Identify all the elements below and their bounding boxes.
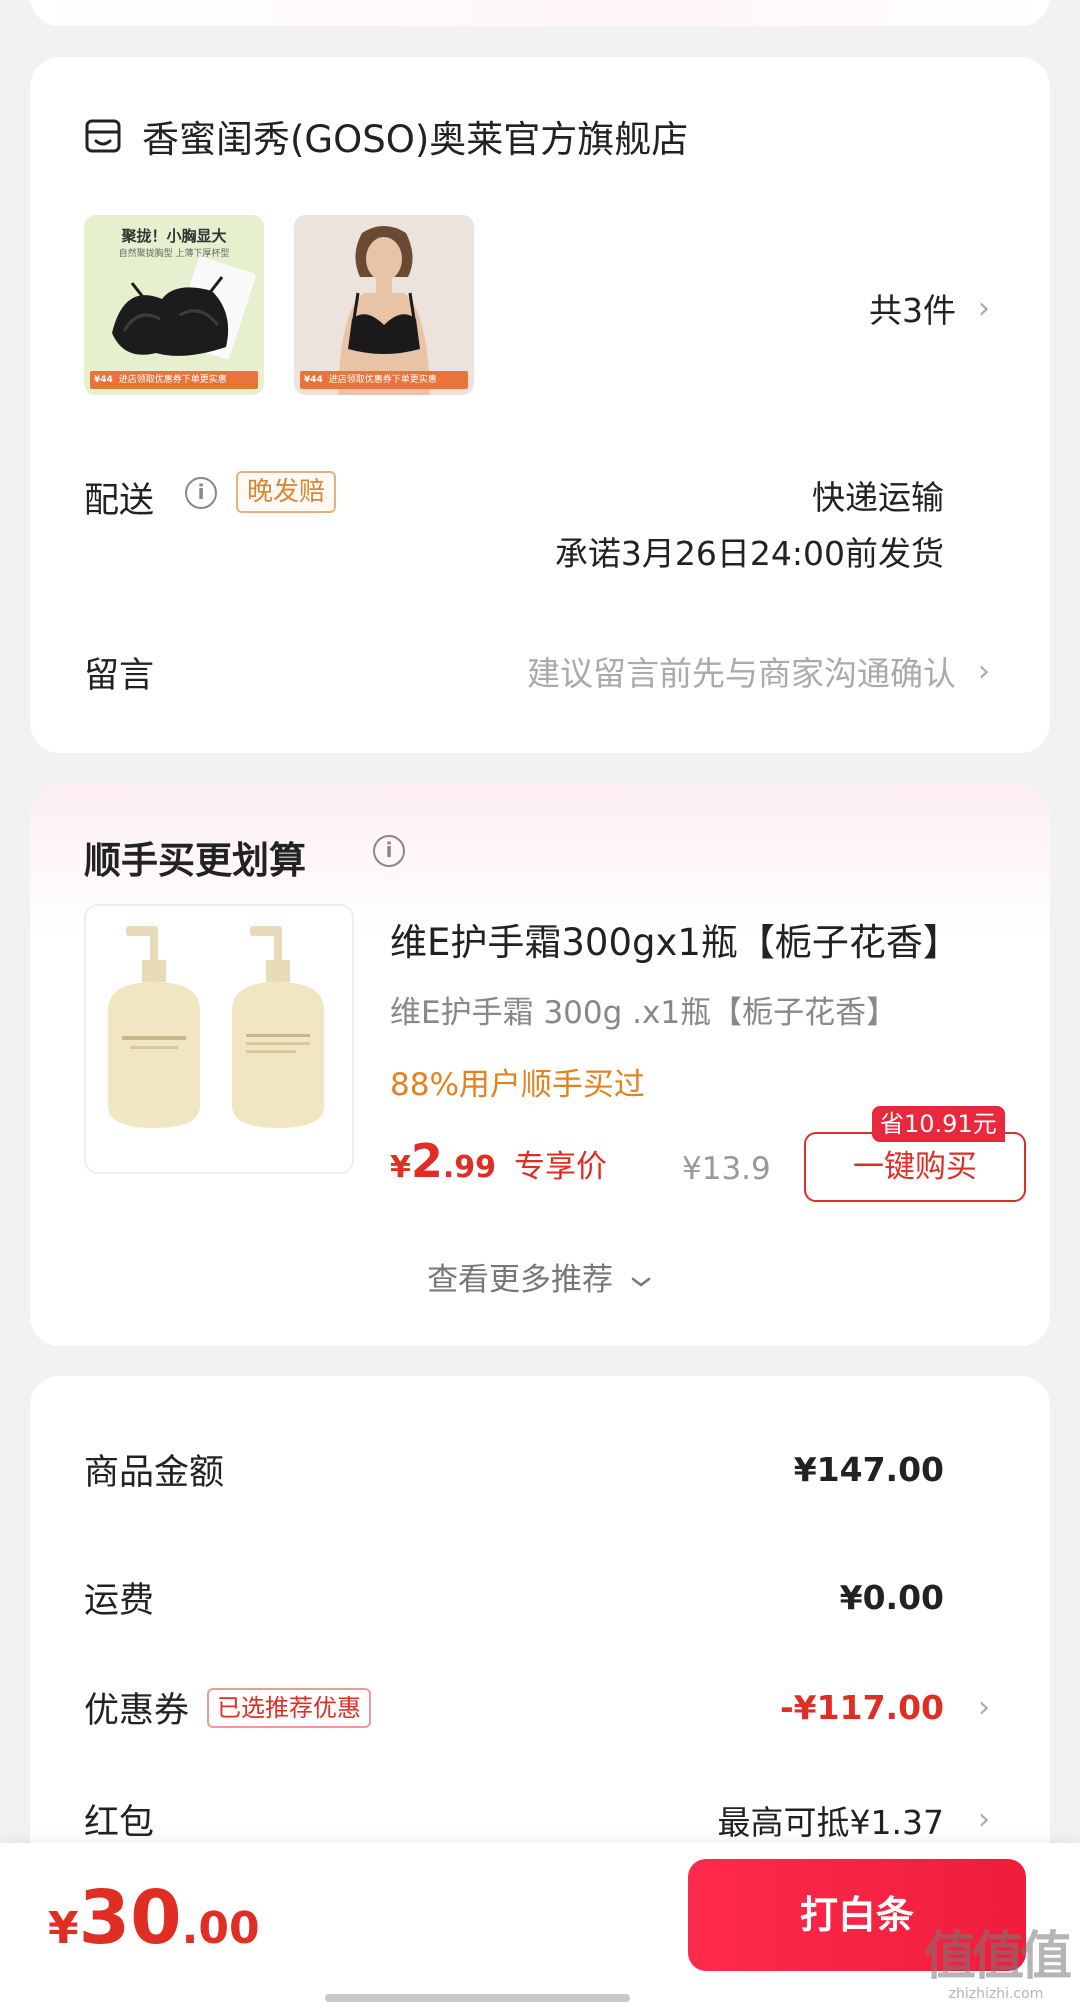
goods-amount-row: 商品金额 ¥147.00 bbox=[84, 1450, 944, 1493]
chevron-right-icon: › bbox=[978, 1802, 990, 1837]
product-thumbnail[interactable]: ¥44 进店领取优惠券下单更实惠 bbox=[294, 215, 474, 395]
recommend-title: 顺手买更划算 bbox=[84, 839, 306, 882]
see-more-recommendations[interactable]: 查看更多推荐 bbox=[30, 1254, 1050, 1299]
recommend-price: ¥2.99 专享价 bbox=[390, 1134, 608, 1188]
thumbnail-promo-tag: ¥44 进店领取优惠券下单更实惠 bbox=[90, 371, 258, 389]
checkout-bar: ¥30.00 打白条 值值值 zhizhizhi.com bbox=[0, 1843, 1080, 2010]
late-shipping-badge: 晚发赔 bbox=[236, 471, 337, 513]
item-count-label: 共3件 bbox=[869, 291, 956, 330]
product-thumbnail[interactable]: 聚拢！小胸显大 自然聚拢胸型 上薄下厚杯型 ¥44 进店领取优惠券下单更实惠 bbox=[84, 215, 264, 395]
social-proof-text: 88%用户顺手买过 bbox=[390, 1067, 645, 1103]
hand-cream-image[interactable] bbox=[84, 904, 354, 1174]
store-name: 香蜜闺秀(GOSO)奥莱官方旗舰店 bbox=[142, 118, 689, 161]
bra-image bbox=[112, 256, 256, 360]
store-icon bbox=[85, 119, 121, 153]
store-header[interactable]: 香蜜闺秀(GOSO)奥莱官方旗舰店 bbox=[84, 109, 688, 163]
message-field[interactable]: 建议留言前先与商家沟通确认 › bbox=[527, 647, 990, 695]
hand-cream-bottles bbox=[108, 926, 324, 1128]
red-packet-row[interactable]: 红包 最高可抵¥1.37 › bbox=[84, 1794, 990, 1845]
red-packet-amount: 最高可抵¥1.37 bbox=[717, 1802, 944, 1842]
shipping-promise: 承诺3月26日24:00前发货 bbox=[554, 534, 944, 573]
info-icon[interactable]: i bbox=[185, 477, 217, 509]
freight-row: 运费 ¥0.00 bbox=[84, 1578, 944, 1621]
message-placeholder: 建议留言前先与商家沟通确认 bbox=[527, 654, 956, 693]
previous-card-edge bbox=[30, 0, 1050, 26]
chevron-right-icon: › bbox=[978, 1690, 990, 1725]
shipping-label: 配送 bbox=[84, 481, 155, 521]
shipping-method: 快递运输 bbox=[812, 478, 944, 517]
store-card: 香蜜闺秀(GOSO)奥莱官方旗舰店 聚拢！小胸显大 自然聚拢胸型 上薄下厚杯型 … bbox=[30, 57, 1050, 753]
goods-amount: ¥147.00 bbox=[793, 1450, 944, 1489]
recommend-card: 顺手买更划算 i 维E护手霜300gx1瓶【栀子花香】 维E护手霜 300g .… bbox=[30, 784, 1050, 1346]
model-image bbox=[294, 215, 474, 395]
thumbnail-promo-tag: ¥44 进店领取优惠券下单更实惠 bbox=[300, 371, 468, 389]
one-click-buy-button[interactable]: 一键购买 bbox=[804, 1132, 1026, 1202]
chevron-right-icon: › bbox=[978, 290, 990, 326]
chevron-right-icon: › bbox=[978, 653, 990, 689]
coupon-row[interactable]: 优惠券 已选推荐优惠 -¥117.00 › bbox=[84, 1682, 990, 1733]
recommend-product-name[interactable]: 维E护手霜300gx1瓶【栀子花香】 bbox=[390, 912, 960, 966]
recommend-product-spec: 维E护手霜 300g .x1瓶【栀子花香】 bbox=[390, 995, 898, 1031]
watermark-logo: 值值值 zhizhizhi.com bbox=[923, 1927, 1072, 2002]
total-price: ¥30.00 bbox=[48, 1875, 260, 1961]
freight-amount: ¥0.00 bbox=[839, 1578, 944, 1617]
info-icon[interactable]: i bbox=[373, 835, 405, 867]
message-label: 留言 bbox=[84, 656, 155, 696]
home-indicator[interactable] bbox=[325, 1994, 630, 2002]
exclusive-price-tag: 专享价 bbox=[514, 1149, 608, 1185]
item-count[interactable]: 共3件 › bbox=[869, 284, 990, 332]
savings-badge: 省10.91元 bbox=[872, 1106, 1005, 1142]
chevron-down-icon bbox=[631, 1277, 651, 1287]
coupon-amount: -¥117.00 bbox=[779, 1688, 944, 1727]
coupon-badge: 已选推荐优惠 bbox=[207, 1687, 372, 1728]
original-price: ¥13.9 bbox=[682, 1151, 771, 1187]
